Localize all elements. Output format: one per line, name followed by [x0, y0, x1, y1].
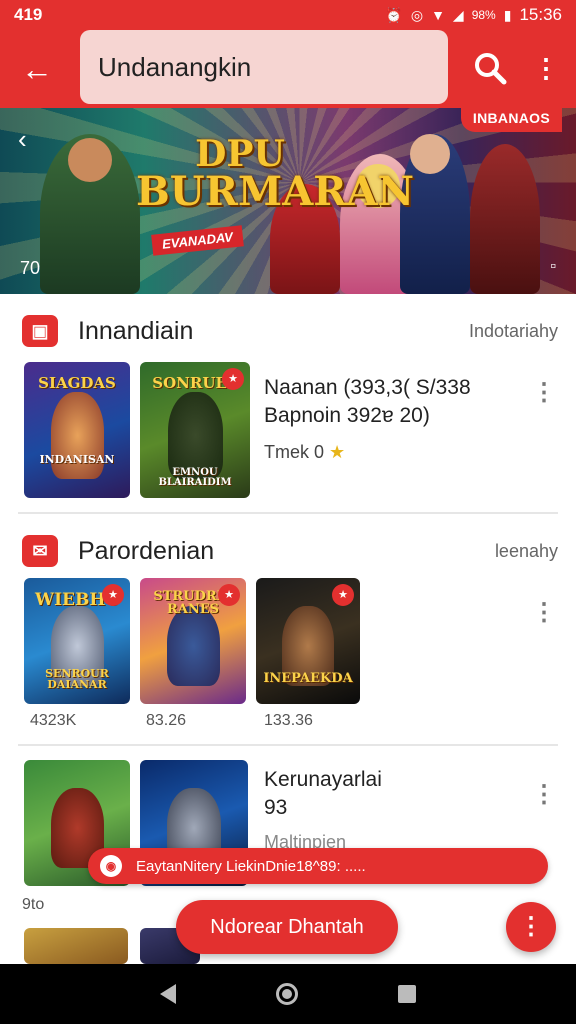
nav-home-icon[interactable]	[276, 983, 298, 1005]
banner-counter: 70	[20, 258, 41, 278]
nav-recent-apps-icon[interactable]	[398, 985, 416, 1003]
star-icon: ★	[329, 442, 346, 462]
section-2-title: Parordenian	[78, 536, 215, 565]
signal-icon: ◢	[452, 6, 464, 23]
thumbnail-caption: 133.36	[264, 712, 313, 729]
item-subtitle: 93	[264, 796, 288, 819]
item-title[interactable]: Kerunayarlai	[264, 768, 382, 792]
battery-text: 98%	[471, 8, 496, 22]
game-thumbnail-subtitle: INDANISAN	[39, 453, 115, 466]
status-time-right: 15:36	[519, 5, 562, 24]
new-badge-icon: ★	[332, 584, 354, 606]
divider	[18, 512, 558, 514]
section-1-header: ▣ Innandiain Indotariahy	[22, 314, 558, 348]
banner-title: DPU BURMARAN	[136, 133, 415, 215]
battery-icon: ▮	[503, 6, 512, 23]
banner-hero-blue-head	[410, 134, 450, 174]
item-subtitle: Bapnoin 392ɐ 20)	[264, 404, 430, 427]
game-thumbnail-title: SIAGDAS	[38, 374, 116, 392]
divider	[18, 744, 558, 746]
search-icon[interactable]	[470, 48, 510, 88]
overflow-menu-icon[interactable]: ⋮	[530, 48, 562, 88]
notification-toast[interactable]: ◉ EaytanNitery LiekinDnie18^89: .....	[88, 848, 548, 884]
game-thumbnail[interactable]: SONRUES EMNOU BLAIRAIDIM ★	[140, 362, 250, 498]
game-thumbnail[interactable]: SIAGDAS INDANISAN	[24, 362, 130, 498]
game-thumbnail[interactable]: STRUDRIE RANES ★	[140, 578, 246, 704]
search-input-value: Undanangkin	[98, 51, 252, 82]
section-2-overflow-menu-icon[interactable]: ⋮	[532, 596, 556, 630]
search-input[interactable]: Undanangkin	[80, 30, 448, 104]
status-time-left: 419	[14, 5, 43, 24]
section-1-more-link[interactable]: Indotariahy	[469, 321, 558, 342]
wifi-icon: ▼	[431, 7, 445, 23]
system-nav-bar	[0, 964, 576, 1024]
section-2-header: ✉ Parordenian leenahy	[22, 534, 558, 568]
game-thumbnail-subtitle: EMNOU BLAIRAIDIM	[158, 467, 232, 488]
back-arrow-icon[interactable]: ←	[16, 48, 58, 90]
item-title[interactable]: Naanan (393,3( S/338	[264, 376, 471, 400]
download-button[interactable]: Ndorear Dhantah	[176, 900, 398, 954]
thumbnail-caption: 83.26	[146, 712, 187, 729]
game-thumbnail[interactable]: INEPAEKDA ★	[256, 578, 360, 704]
app-bar: ← Undanangkin ⋮	[0, 30, 576, 108]
new-badge-icon: ★	[222, 368, 244, 390]
banner-hero-right	[470, 144, 540, 294]
sync-icon: ◎	[410, 6, 424, 23]
status-bar: 419 ⏰ ◎ ▼ ◢ 98% ▮ 15:36	[0, 0, 576, 30]
game-thumbnail[interactable]: WIEBHC SENROUR DAIANAR ★	[24, 578, 130, 704]
game-thumbnail-subtitle: SENROUR DAIANAR	[45, 667, 109, 691]
more-actions-fab-icon[interactable]: ⋮	[506, 902, 556, 952]
nav-back-icon[interactable]	[160, 984, 176, 1004]
banner-hero-left-head	[68, 138, 112, 182]
mail-icon: ✉	[22, 535, 58, 567]
section-1-title: Innandiain	[78, 316, 194, 345]
toast-text: EaytanNitery LiekinDnie18^89: .....	[136, 857, 366, 875]
thumbnail-caption: 4323K	[30, 712, 77, 729]
section-1: ▣ Innandiain Indotariahy SIAGDAS INDANIS…	[0, 314, 576, 514]
new-badge-icon: ★	[102, 584, 124, 606]
bottom-caption: 9to	[22, 896, 45, 913]
notification-icon: ◉	[100, 855, 122, 877]
game-controller-icon: ▣	[22, 315, 58, 347]
new-badge-icon: ★	[218, 584, 240, 606]
banner-prev-icon[interactable]: ‹	[18, 124, 27, 155]
game-thumbnail[interactable]	[24, 928, 128, 964]
item-meta-text: Tmek 0	[264, 442, 325, 462]
section-2: ✉ Parordenian leenahy WIEBHC SENROUR DAI…	[0, 534, 576, 734]
banner-indicator-icon: ▫	[550, 258, 556, 275]
featured-banner[interactable]: DPU BURMARAN EVANADAV INBANAOS ‹ 70 ▫	[0, 108, 576, 294]
item-overflow-menu-icon[interactable]: ⋮	[532, 778, 556, 812]
banner-tag: INBANAOS	[460, 108, 562, 132]
section-2-more-link[interactable]: leenahy	[495, 541, 558, 562]
game-thumbnail-title: INEPAEKDA	[263, 671, 353, 686]
alarm-icon: ⏰	[385, 6, 403, 23]
item-overflow-menu-icon[interactable]: ⋮	[532, 376, 556, 410]
banner-title-line2: BURMARAN	[136, 168, 415, 215]
item-meta: Tmek 0 ★	[264, 442, 345, 463]
banner-title-line1: DPU	[195, 133, 285, 175]
